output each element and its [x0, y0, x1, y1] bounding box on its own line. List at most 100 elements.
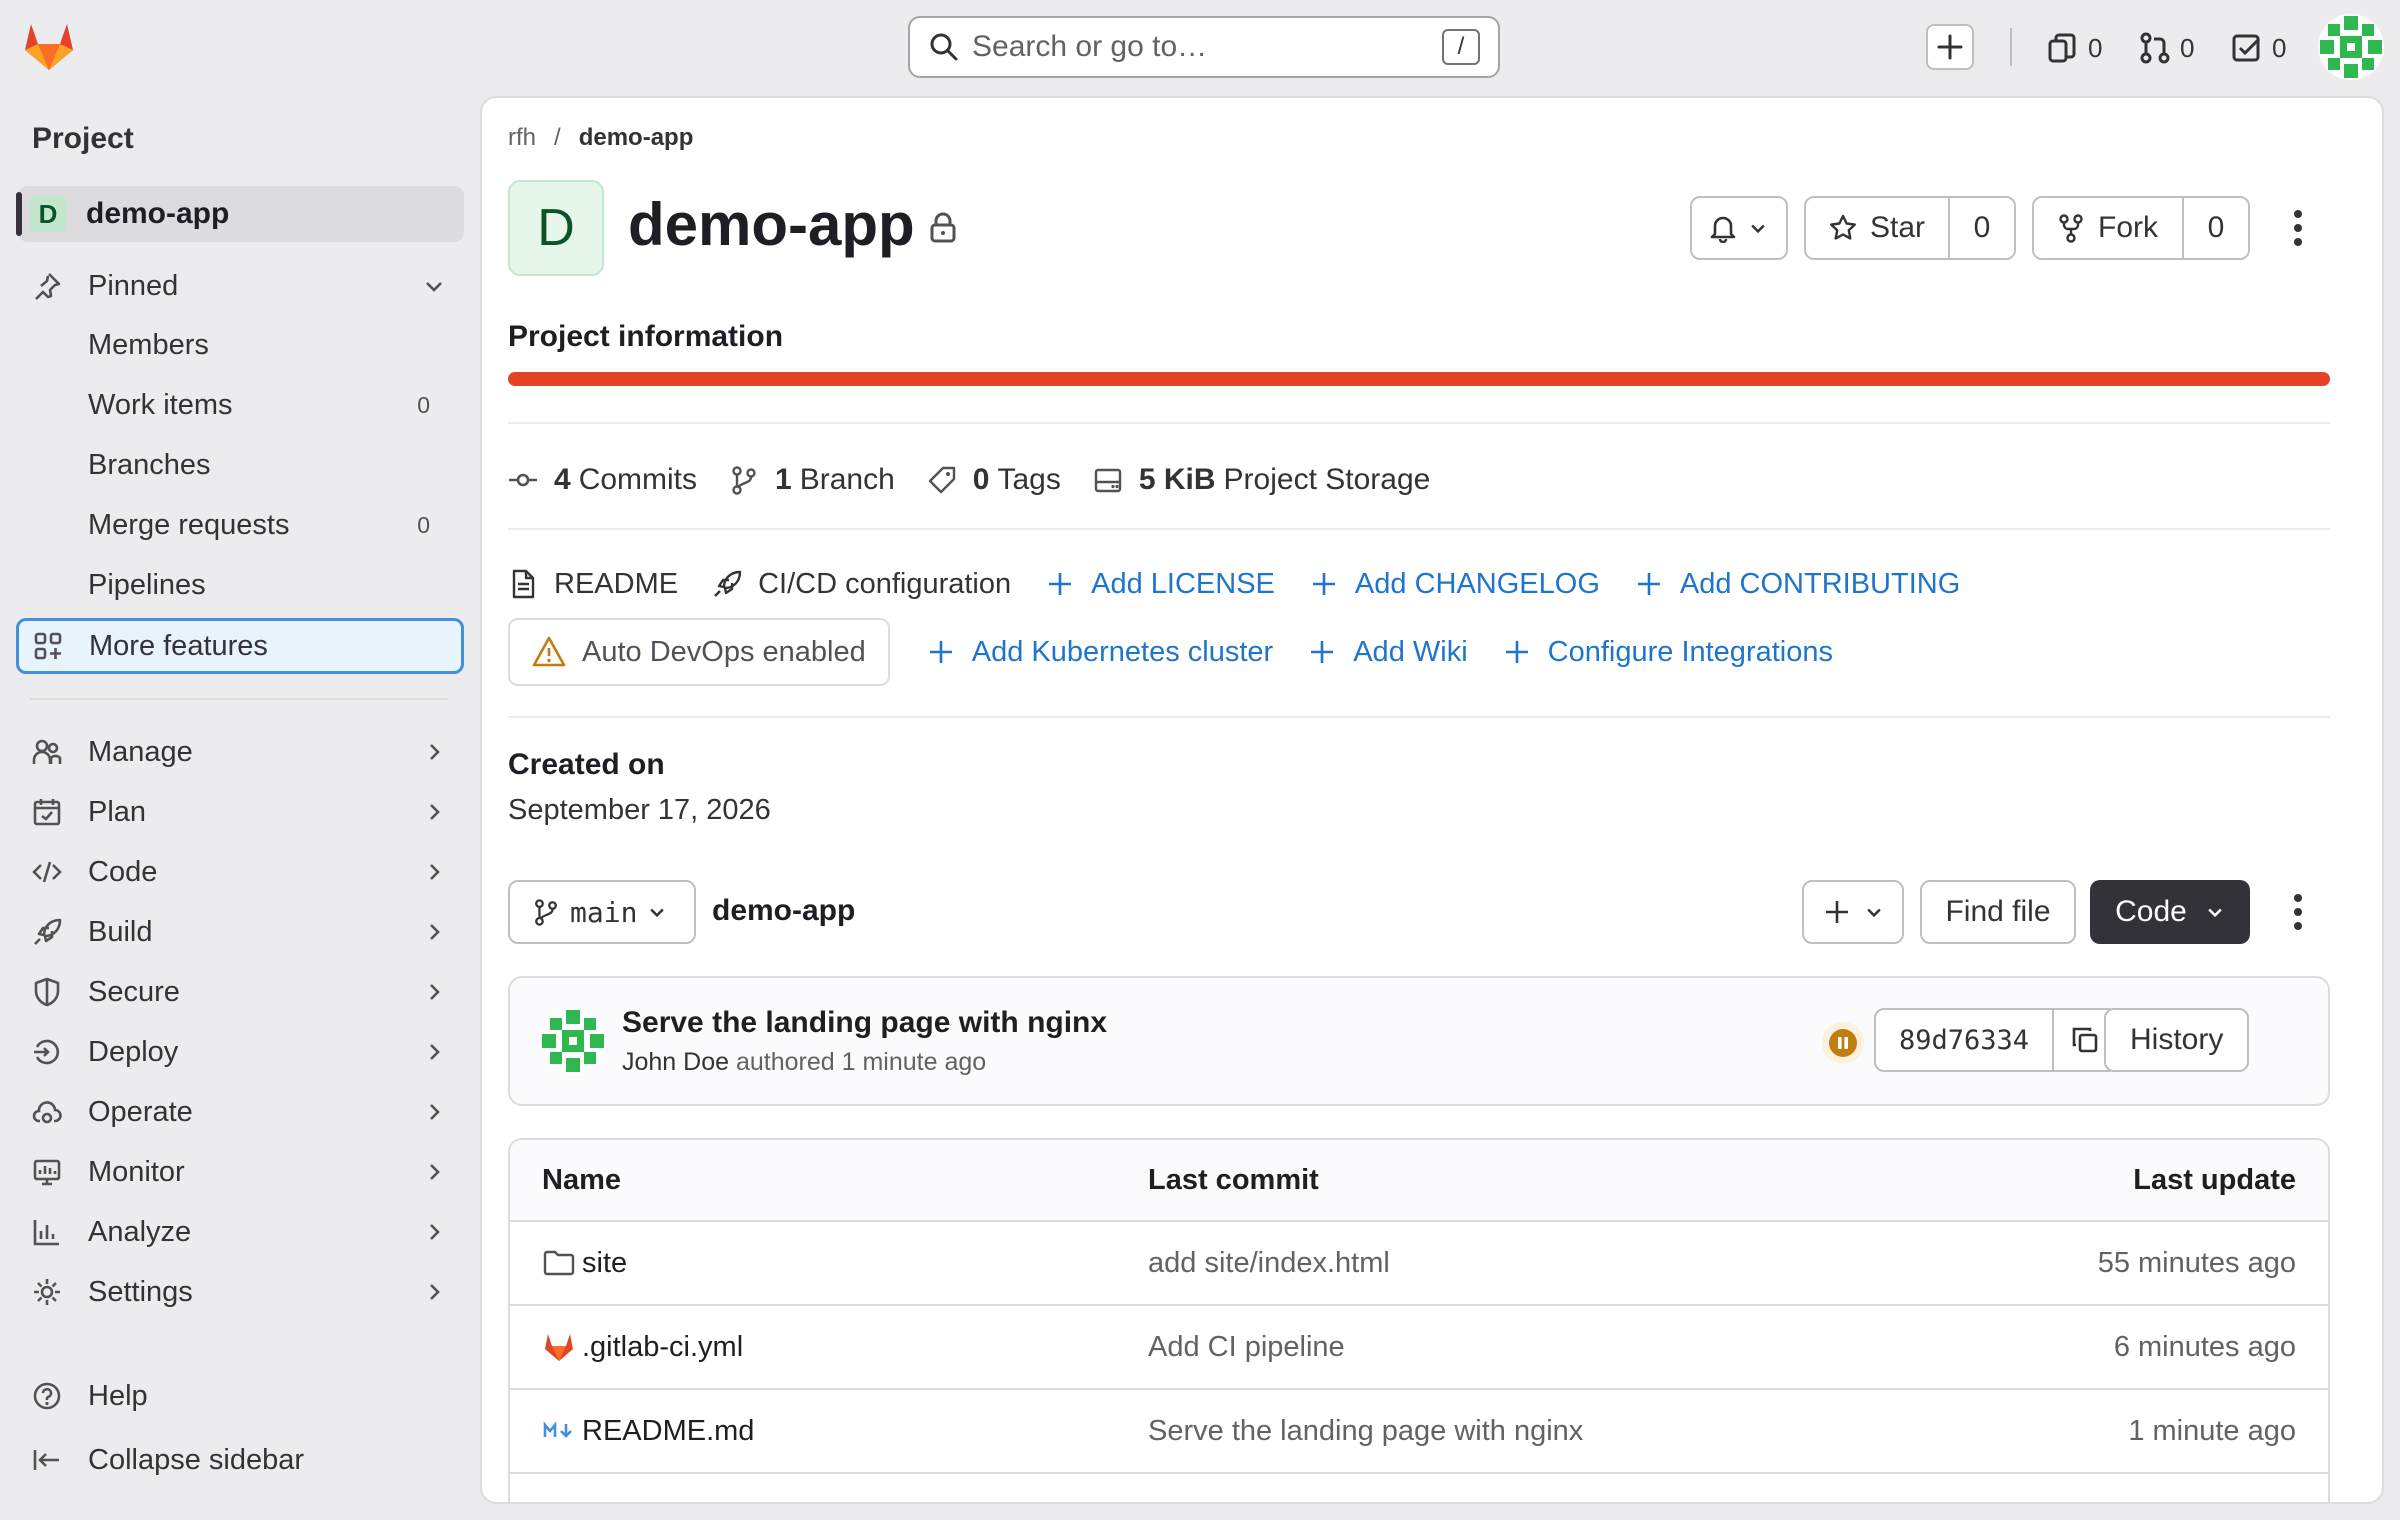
commit-icon — [509, 473, 537, 487]
commit-title[interactable]: Serve the landing page with nginx — [622, 1006, 1107, 1040]
readme-label: README — [554, 567, 679, 600]
add-kubernetes-cluster-link[interactable]: Add Kubernetes cluster — [926, 636, 1273, 669]
file-name-cell[interactable]: site — [542, 1246, 627, 1280]
grid-plus-icon — [34, 632, 62, 660]
configure-integrations-link[interactable]: Configure Integrations — [1502, 636, 1833, 669]
code-label: Code — [2115, 895, 2187, 928]
issues-counter[interactable]: 0 — [2046, 28, 2102, 68]
rocket-icon — [34, 918, 62, 945]
breadcrumb-project[interactable]: demo-app — [579, 124, 694, 152]
gitlab-logo-icon[interactable] — [22, 20, 76, 72]
star-button[interactable]: Star 0 — [1804, 196, 2016, 260]
chart-icon — [33, 1220, 59, 1246]
sidebar-item-code[interactable]: Code — [18, 844, 464, 900]
sidebar-item-analyze[interactable]: Analyze — [18, 1204, 464, 1260]
pipeline-status-icon[interactable] — [1820, 1020, 1866, 1066]
sidebar-item-build[interactable]: Build — [18, 904, 464, 960]
add-to-tree-button[interactable] — [1802, 880, 1904, 944]
sidebar-item-label: Work items — [88, 388, 233, 421]
add-wiki-link[interactable]: Add Wiki — [1307, 636, 1468, 669]
history-button[interactable]: History — [2104, 1008, 2250, 1072]
create-new-button[interactable] — [1926, 24, 1974, 70]
sidebar-item-members[interactable]: Members — [88, 320, 448, 370]
chevron-right-icon — [430, 924, 440, 940]
commits-stat[interactable]: 4 Commits — [508, 463, 697, 497]
sidebar-item-deploy[interactable]: Deploy — [18, 1024, 464, 1080]
sidebar-item-manage[interactable]: Manage — [18, 724, 464, 780]
readme-link[interactable]: README — [508, 568, 678, 601]
project-actions-kebab-icon[interactable] — [2288, 206, 2308, 250]
sidebar-item-pipelines[interactable]: Pipelines — [88, 560, 448, 610]
breadcrumb-group[interactable]: rfh — [508, 124, 536, 152]
markdown-file-icon — [543, 1421, 572, 1438]
todos-counter[interactable]: 0 — [2230, 28, 2286, 68]
file-tree-table: Name Last commit Last update site add si… — [508, 1138, 2330, 1502]
todos-count: 0 — [2272, 32, 2287, 63]
commit-author-avatar[interactable] — [540, 1008, 606, 1074]
issues-icon — [2048, 33, 2076, 63]
file-last-commit[interactable]: Add CI pipeline — [1148, 1331, 1345, 1364]
tag-icon — [928, 466, 955, 494]
fork-button[interactable]: Fork 0 — [2032, 196, 2250, 260]
notification-button[interactable] — [1690, 196, 1788, 260]
sidebar-item-label: Branches — [88, 448, 211, 481]
table-row[interactable]: README.md Serve the landing page with ng… — [510, 1390, 2328, 1474]
auto-devops-label: Auto DevOps enabled — [582, 635, 866, 668]
sidebar-item-work-items[interactable]: Work items 0 — [88, 380, 448, 430]
add-contributing-link[interactable]: Add CONTRIBUTING — [1634, 568, 1960, 601]
repo-path-name[interactable]: demo-app — [712, 894, 855, 928]
table-row[interactable]: site add site/index.html 55 minutes ago — [510, 1222, 2328, 1306]
sidebar-item-label: Secure — [88, 975, 180, 1008]
storage-stat[interactable]: 5 KiB Project Storage — [1093, 463, 1430, 497]
branch-count: 1 — [775, 463, 792, 496]
plus-icon — [1049, 573, 1072, 595]
commit-author[interactable]: John Doe — [622, 1048, 729, 1076]
sidebar-item-operate[interactable]: Operate — [18, 1084, 464, 1140]
sidebar-pinned-toggle[interactable]: Pinned — [18, 258, 464, 314]
add-changelog-link[interactable]: Add CHANGELOG — [1309, 568, 1600, 601]
sidebar-collapse[interactable]: Collapse sidebar — [18, 1432, 464, 1488]
commit-sha[interactable]: 89d76334 — [1876, 1010, 2052, 1070]
branch-stat[interactable]: 1 Branch — [729, 463, 895, 497]
shield-icon — [34, 977, 60, 1007]
active-indicator — [16, 192, 22, 236]
sidebar-item-merge-requests[interactable]: Merge requests 0 — [88, 500, 448, 550]
sidebar-item-label: Build — [88, 915, 153, 948]
todo-check-icon — [2232, 34, 2261, 62]
plus-icon — [1311, 641, 1334, 663]
sidebar-item-monitor[interactable]: Monitor — [18, 1144, 464, 1200]
find-file-label: Find file — [1945, 895, 2051, 928]
code-dropdown-button[interactable]: Code — [2090, 880, 2250, 944]
fork-count: 0 — [2207, 211, 2225, 244]
search-input[interactable]: Search or go to… / — [908, 16, 1500, 78]
cicd-configuration-link[interactable]: CI/CD configuration — [712, 568, 1011, 601]
find-file-button[interactable]: Find file — [1920, 880, 2076, 944]
sidebar-project-link[interactable]: D demo-app — [16, 186, 464, 242]
sidebar-item-plan[interactable]: Plan — [18, 784, 464, 840]
sidebar-item-branches[interactable]: Branches — [88, 440, 448, 490]
file-last-commit[interactable]: add site/index.html — [1148, 1247, 1390, 1280]
divider — [508, 716, 2330, 718]
sidebar-item-secure[interactable]: Secure — [18, 964, 464, 1020]
project-links-row: Auto DevOps enabled Add Kubernetes clust… — [508, 618, 1867, 686]
auto-devops-badge[interactable]: Auto DevOps enabled — [508, 618, 890, 686]
add-license-link[interactable]: Add LICENSE — [1045, 568, 1275, 601]
user-avatar[interactable] — [2318, 14, 2384, 80]
merge-requests-counter[interactable]: 0 — [2138, 28, 2194, 68]
add-changelog-label: Add CHANGELOG — [1354, 567, 1600, 600]
table-row[interactable]: .gitlab-ci.yml Add CI pipeline 6 minutes… — [510, 1306, 2328, 1390]
sidebar-item-settings[interactable]: Settings — [18, 1264, 464, 1320]
file-last-commit[interactable]: Serve the landing page with nginx — [1148, 1415, 1583, 1448]
commit-authored-time: authored 1 minute ago — [735, 1048, 987, 1076]
last-commit-panel: Serve the landing page with nginx John D… — [508, 976, 2330, 1106]
sidebar-help[interactable]: Help — [18, 1368, 464, 1424]
file-name-cell[interactable]: .gitlab-ci.yml — [542, 1330, 743, 1364]
tags-stat[interactable]: 0 Tags — [927, 463, 1061, 497]
star-icon — [1830, 214, 1856, 240]
sidebar-item-label: Deploy — [88, 1035, 179, 1068]
file-last-update: 6 minutes ago — [2113, 1330, 2296, 1363]
file-name-cell[interactable]: README.md — [542, 1414, 754, 1448]
branch-selector[interactable]: main — [508, 880, 696, 944]
sidebar-more-features[interactable]: More features — [16, 618, 464, 674]
repo-actions-kebab-icon[interactable] — [2288, 890, 2308, 934]
